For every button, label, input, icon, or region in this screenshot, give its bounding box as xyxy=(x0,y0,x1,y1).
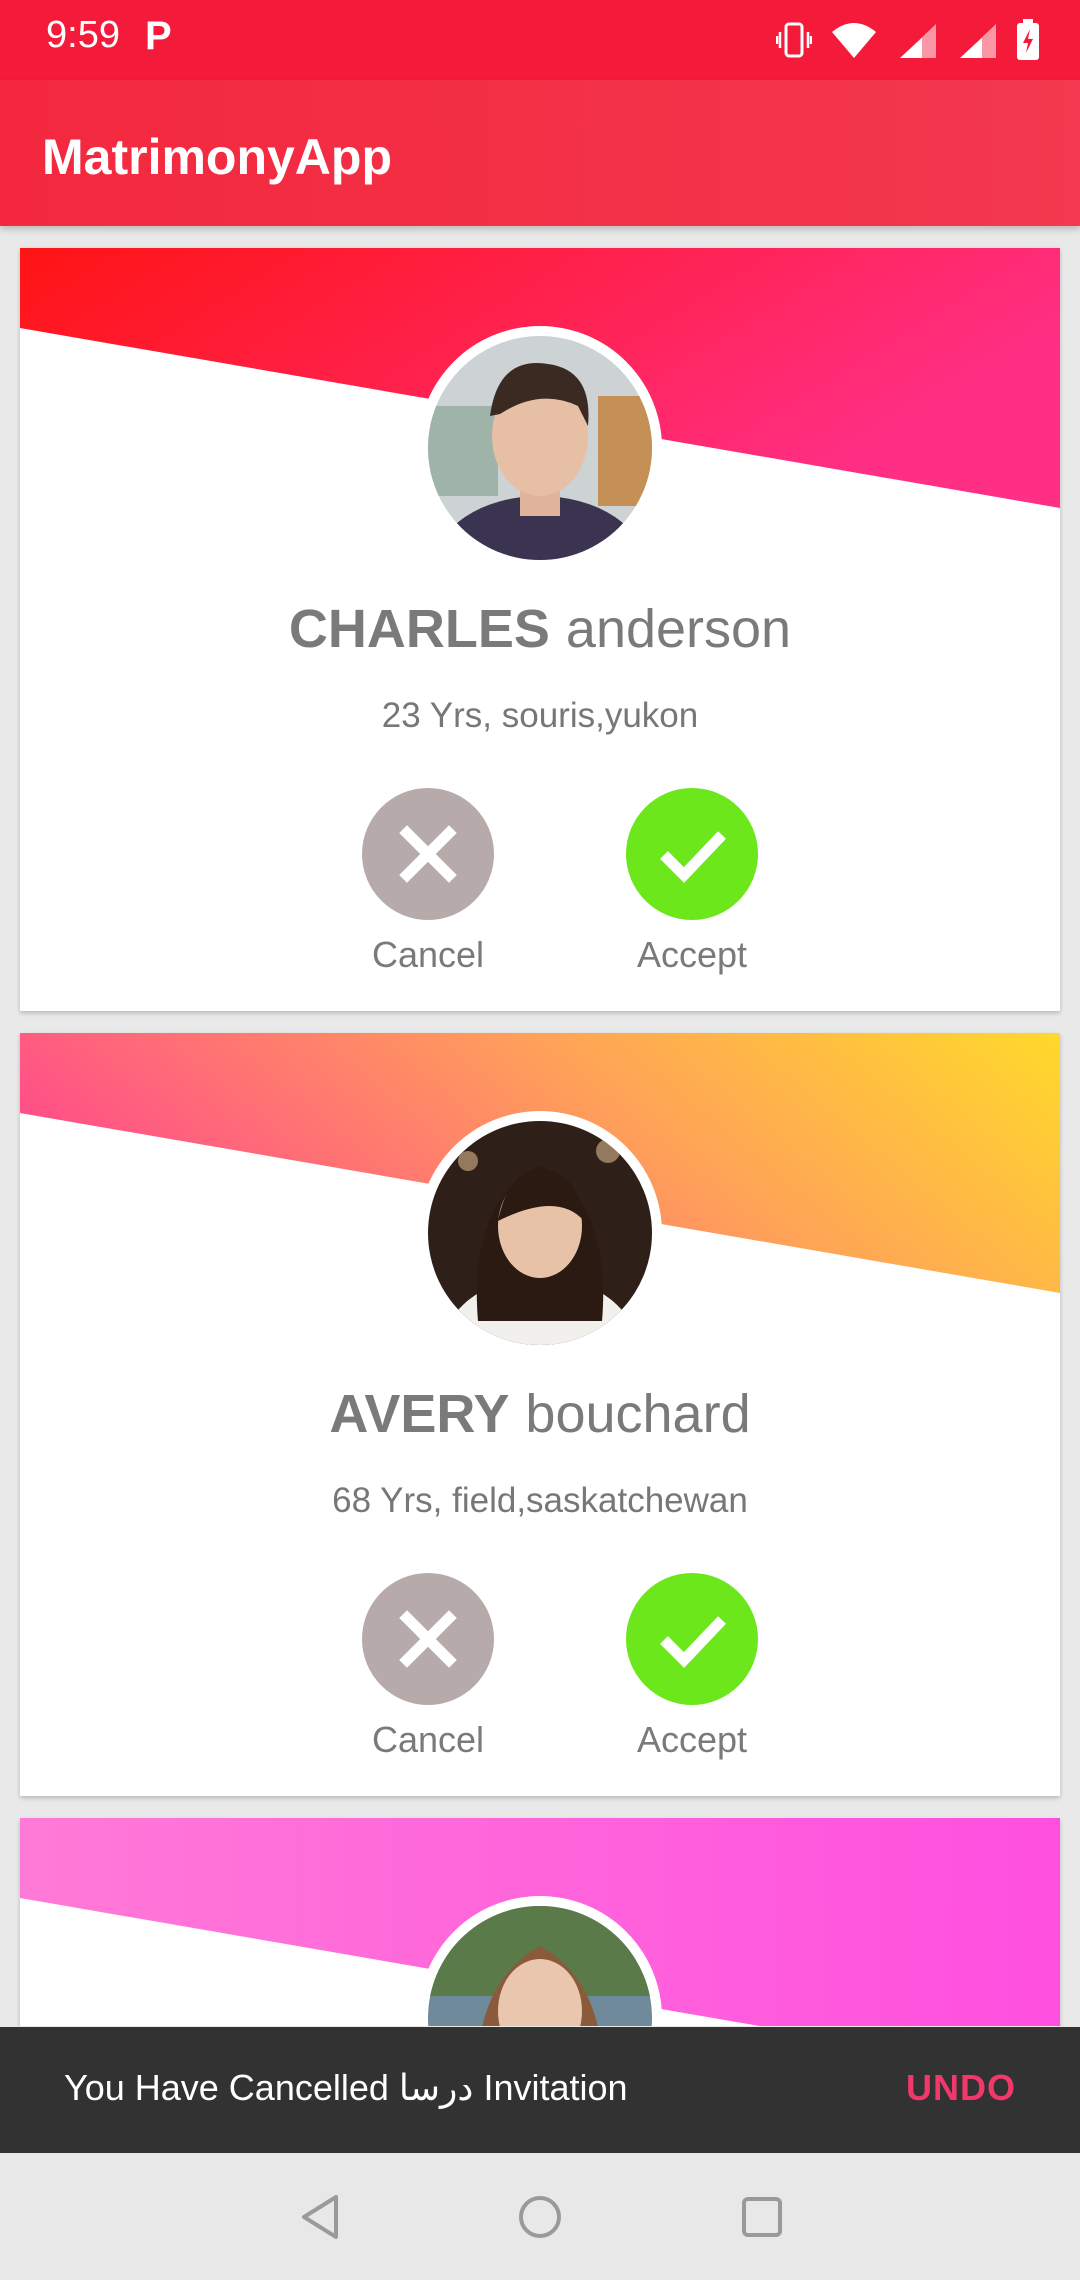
accept-label: Accept xyxy=(636,1719,748,1760)
profile-card xyxy=(20,1818,1060,2026)
back-icon[interactable] xyxy=(292,2189,348,2245)
accept-action[interactable]: Accept xyxy=(602,1573,782,1761)
accept-button[interactable] xyxy=(626,1573,758,1705)
battery-icon xyxy=(1017,19,1039,60)
profile-photo xyxy=(428,1121,652,1345)
first-name: AVERY xyxy=(329,1384,510,1444)
profile-name: CHARLES anderson xyxy=(20,598,1060,660)
profile-list[interactable]: CHARLES anderson 23 Yrs, souris,yukon Can… xyxy=(0,226,1080,2026)
signal-icon xyxy=(960,24,996,58)
cancel-action[interactable]: Cancel xyxy=(338,788,518,976)
app-title: MatrimonyApp xyxy=(42,129,392,185)
profile-info: 23 Yrs, souris,yukon xyxy=(381,696,699,735)
avatar xyxy=(418,326,662,570)
close-icon xyxy=(399,1610,457,1668)
profile-photo xyxy=(428,1906,652,2026)
cancel-action[interactable]: Cancel xyxy=(338,1573,518,1761)
accept-label: Accept xyxy=(636,934,748,975)
snackbar: You Have Cancelled درسا Invitation UNDO xyxy=(0,2027,1080,2153)
profile-info: 68 Yrs, field,saskatchewan xyxy=(332,1481,748,1520)
recents-icon[interactable] xyxy=(734,2189,790,2245)
first-name: CHARLES xyxy=(288,599,550,659)
last-name: anderson xyxy=(565,599,792,659)
avatar xyxy=(418,1111,662,1355)
last-name: bouchard xyxy=(525,1384,751,1444)
signal-icon xyxy=(900,24,936,58)
profile-card: AVERY bouchard 68 Yrs, field,saskatchewan… xyxy=(20,1033,1060,1796)
cancel-label: Cancel xyxy=(371,934,485,975)
undo-button[interactable]: UNDO xyxy=(906,2067,1016,2109)
snackbar-message: You Have Cancelled درسا Invitation xyxy=(64,2067,628,2108)
cancel-button[interactable] xyxy=(362,1573,494,1705)
profile-photo xyxy=(428,336,652,560)
vibrate-icon xyxy=(776,22,812,58)
accept-button[interactable] xyxy=(626,788,758,920)
profile-card: CHARLES anderson 23 Yrs, souris,yukon Can… xyxy=(20,248,1060,1011)
status-icons xyxy=(776,18,1040,62)
navigation-bar xyxy=(0,2153,1080,2280)
cancel-label: Cancel xyxy=(371,1719,485,1760)
status-time: 9:59 xyxy=(46,14,120,56)
app-bar: MatrimonyApp xyxy=(0,80,1080,226)
cancel-button[interactable] xyxy=(362,788,494,920)
close-icon xyxy=(399,825,457,883)
parking-notification-icon: P xyxy=(145,14,172,58)
home-icon[interactable] xyxy=(512,2189,568,2245)
status-bar: 9:59 P xyxy=(0,0,1080,80)
accept-action[interactable]: Accept xyxy=(602,788,782,976)
check-icon xyxy=(660,831,726,883)
wifi-icon xyxy=(832,23,876,58)
check-icon xyxy=(660,1616,726,1668)
profile-name: AVERY bouchard xyxy=(20,1383,1060,1445)
